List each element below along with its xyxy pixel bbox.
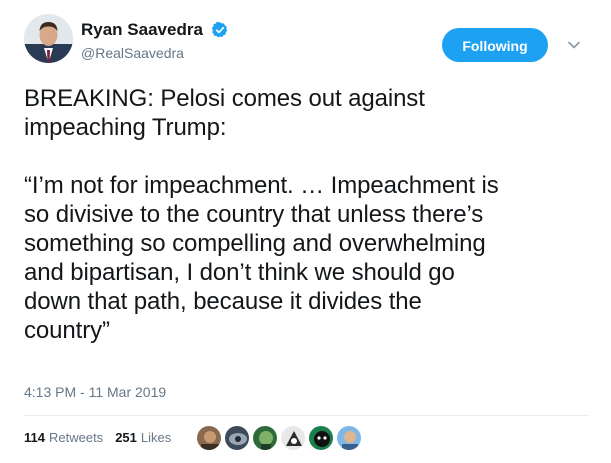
retweets-count: 114	[24, 429, 45, 445]
tweet-header: Ryan Saavedra @RealSaavedra Following	[24, 14, 591, 70]
chevron-down-icon[interactable]	[566, 37, 582, 53]
likes-stat[interactable]: 251 Likes	[115, 430, 171, 445]
verified-badge-icon	[212, 21, 228, 38]
tweet-text: BREAKING: Pelosi comes out against impea…	[24, 85, 499, 344]
liker-avatar-5[interactable]	[308, 425, 334, 451]
liker-avatar-2[interactable]	[224, 425, 250, 451]
tweet-timestamp[interactable]: 4:13 PM - 11 Mar 2019	[24, 384, 166, 400]
liker-avatar-4[interactable]	[280, 425, 306, 451]
likes-label: Likes	[140, 429, 172, 445]
author-handle[interactable]: @RealSaavedra	[81, 43, 229, 63]
divider-top	[24, 415, 589, 416]
retweets-label: Retweets	[48, 429, 104, 445]
liker-avatar-1[interactable]	[196, 425, 222, 451]
author-avatar[interactable]	[24, 14, 73, 63]
liker-avatars	[196, 425, 364, 451]
retweets-stat[interactable]: 114 Retweets	[24, 430, 103, 445]
following-button[interactable]: Following	[442, 28, 548, 62]
tweet-stats: 114 Retweets 251 Likes	[24, 420, 183, 454]
author-names: Ryan Saavedra @RealSaavedra	[81, 19, 229, 63]
likes-count: 251	[115, 429, 137, 445]
liker-avatar-6[interactable]	[336, 425, 362, 451]
author-display-name[interactable]: Ryan Saavedra	[81, 19, 203, 41]
liker-avatar-3[interactable]	[252, 425, 278, 451]
